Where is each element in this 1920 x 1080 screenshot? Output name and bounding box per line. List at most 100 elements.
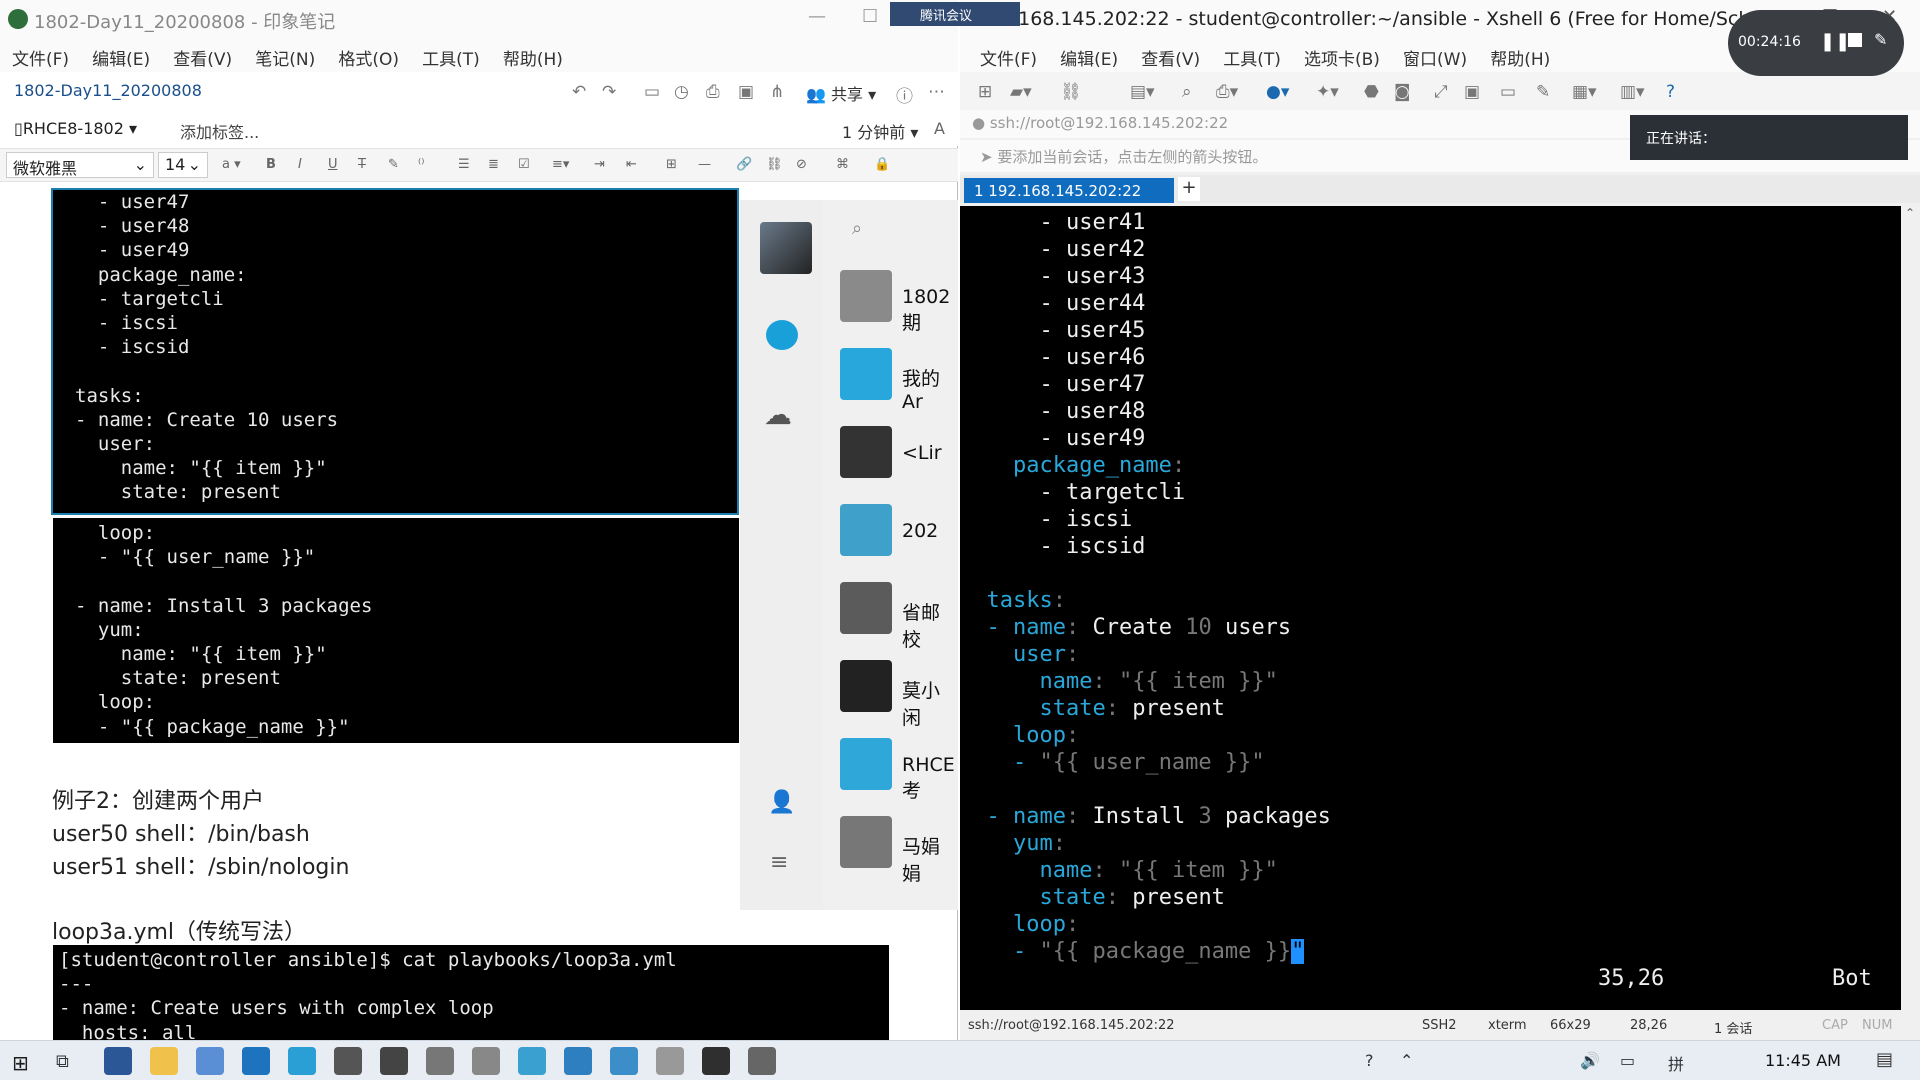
xs-menu-file[interactable]: 文件(F) [980, 45, 1037, 70]
bullet-list-icon[interactable]: ☰ [458, 157, 470, 172]
chat-item-2[interactable]: 我的Ar [902, 364, 958, 413]
numbered-list-icon[interactable]: ≣ [488, 157, 499, 172]
app-icon[interactable] [518, 1047, 546, 1075]
outdent-icon[interactable]: ⇤ [626, 157, 637, 172]
xs-menu-tools[interactable]: 工具(T) [1223, 45, 1281, 70]
menu-edit[interactable]: 编辑(E) [92, 45, 150, 70]
app-icon[interactable] [748, 1047, 776, 1075]
italic-icon[interactable]: I [298, 157, 302, 172]
chat-item-1[interactable]: 1802期 [902, 286, 958, 335]
notification-icon[interactable]: ▤ [1876, 1049, 1893, 1070]
table-icon[interactable]: ⊞ [666, 157, 677, 172]
address-input[interactable]: ● ssh://root@192.168.145.202:22 [972, 114, 1228, 132]
app-icon[interactable] [564, 1047, 592, 1075]
app-icon[interactable] [472, 1047, 500, 1075]
terminal-output[interactable]: - user41 - user42 - user43 - user44 - us… [960, 206, 1901, 1010]
superscript-icon[interactable]: ⁽⁾ [418, 157, 424, 172]
undo-icon[interactable]: ↶ [572, 82, 586, 102]
chat-avatar[interactable] [840, 816, 892, 868]
presentation-icon[interactable]: ▭ [644, 82, 660, 102]
fullscreen-icon[interactable]: ⤢ [1434, 82, 1448, 102]
connect-icon[interactable]: ⛓ [1060, 82, 1082, 102]
menu-help[interactable]: 帮助(H) [503, 45, 563, 70]
terminal-scrollbar[interactable]: ⌃ [1901, 206, 1920, 1010]
app-icon[interactable] [380, 1047, 408, 1075]
app-icon[interactable] [196, 1047, 224, 1075]
xs-menu-tabs[interactable]: 选项卡(B) [1304, 45, 1380, 70]
text-color-icon[interactable]: a ▾ [222, 157, 241, 172]
edge-icon[interactable] [242, 1047, 270, 1075]
xs-menu-help[interactable]: 帮助(H) [1490, 45, 1550, 70]
taskbar-app-icon[interactable] [104, 1047, 132, 1075]
open-folder-icon[interactable]: ▰▾ [1010, 82, 1032, 102]
reminder-icon[interactable]: ◷ [674, 82, 689, 102]
divider-icon[interactable]: — [698, 157, 711, 172]
chat-item-7[interactable]: RHCE考 [902, 754, 958, 803]
font-size-select[interactable]: 14 ⌄ [158, 152, 208, 178]
app-icon[interactable] [334, 1047, 362, 1075]
tab-session-1[interactable]: 1 192.168.145.202:22 [964, 178, 1174, 203]
compose-icon[interactable]: ✎ [1536, 82, 1550, 102]
ime-icon[interactable]: 拼 [1668, 1051, 1684, 1075]
chat-avatar[interactable] [840, 738, 892, 790]
globe-icon[interactable]: ●▾ [1266, 82, 1289, 102]
chat-item-6[interactable]: 莫小闲 [902, 676, 958, 730]
menu-note[interactable]: 笔记(N) [255, 45, 315, 70]
new-session-icon[interactable]: ⊞ [978, 82, 992, 102]
app-icon[interactable] [656, 1047, 684, 1075]
menu-view[interactable]: 查看(V) [173, 45, 232, 70]
lock-icon[interactable]: ▣ [1464, 82, 1480, 102]
menu-file[interactable]: 文件(F) [12, 45, 69, 70]
windows-start-icon[interactable]: ⊞ [12, 1051, 29, 1075]
align-icon[interactable]: ≡▾ [552, 157, 569, 172]
add-tab-icon[interactable]: + [1178, 177, 1200, 201]
chat-avatar[interactable] [840, 660, 892, 712]
checkbox-icon[interactable]: ☑ [518, 157, 530, 172]
chat-avatar[interactable] [840, 270, 892, 322]
info-icon[interactable]: ⓘ [896, 82, 913, 107]
indent-icon[interactable]: ⇥ [594, 157, 605, 172]
minimize-icon[interactable]: — [808, 6, 826, 27]
app-icon[interactable] [426, 1047, 454, 1075]
chat-item-4[interactable]: 202 [902, 520, 938, 542]
tile-icon[interactable]: ▥▾ [1620, 82, 1645, 102]
file-explorer-icon[interactable] [150, 1047, 178, 1075]
note-title[interactable]: 1802-Day11_20200808 [14, 81, 202, 100]
chat-avatar[interactable] [840, 582, 892, 634]
search-icon[interactable]: ⌕ [852, 218, 862, 239]
app-icon[interactable] [288, 1047, 316, 1075]
pause-icon[interactable]: ❚❚ [1820, 31, 1850, 52]
stop-icon[interactable] [1848, 33, 1862, 47]
more-icon[interactable]: ⋯ [928, 82, 945, 102]
volume-icon[interactable]: 🔊 [1580, 1051, 1600, 1070]
keyboard-icon[interactable]: ▭ [1500, 82, 1516, 102]
menu-tools[interactable]: 工具(T) [422, 45, 480, 70]
chat-item-8[interactable]: 马娟娟 [902, 832, 958, 886]
xs-menu-view[interactable]: 查看(V) [1141, 45, 1200, 70]
redo-icon[interactable]: ↷ [602, 82, 616, 102]
cloud-icon[interactable]: ☁ [764, 398, 792, 431]
task-view-icon[interactable]: ⧉ [56, 1051, 69, 1072]
bold-icon[interactable]: B [266, 157, 276, 172]
underline-icon[interactable]: U [328, 157, 338, 172]
script-icon[interactable]: ✦▾ [1316, 82, 1339, 102]
chat-item-5[interactable]: 省邮校 [902, 598, 958, 652]
user-avatar[interactable] [760, 222, 812, 274]
share-network-icon[interactable]: ⋔ [770, 82, 784, 102]
font-family-select[interactable]: 微软雅黑 ⌄ [6, 152, 154, 178]
chat-avatar[interactable] [840, 504, 892, 556]
find-icon[interactable]: ⌕ [1182, 82, 1192, 102]
chat-avatar[interactable] [840, 348, 892, 400]
unlink-icon[interactable]: ⛓ [766, 157, 783, 172]
meeting-tag[interactable]: 腾讯会议 [890, 2, 1020, 26]
menu-icon[interactable]: ≡ [770, 850, 788, 875]
print-icon[interactable]: ⎙ [706, 82, 720, 102]
pen-icon[interactable]: ✎ [1874, 30, 1887, 49]
app-icon[interactable] [702, 1047, 730, 1075]
strikethrough-icon[interactable]: T [358, 157, 366, 172]
taskbar-clock[interactable]: 11:45 AM [1765, 1051, 1841, 1070]
highlight-icon[interactable]: ✎ [388, 157, 399, 172]
help-icon[interactable]: ? [1666, 82, 1675, 102]
attach-icon[interactable]: ⊘ [796, 157, 807, 172]
properties-icon[interactable]: ▤▾ [1130, 82, 1155, 102]
